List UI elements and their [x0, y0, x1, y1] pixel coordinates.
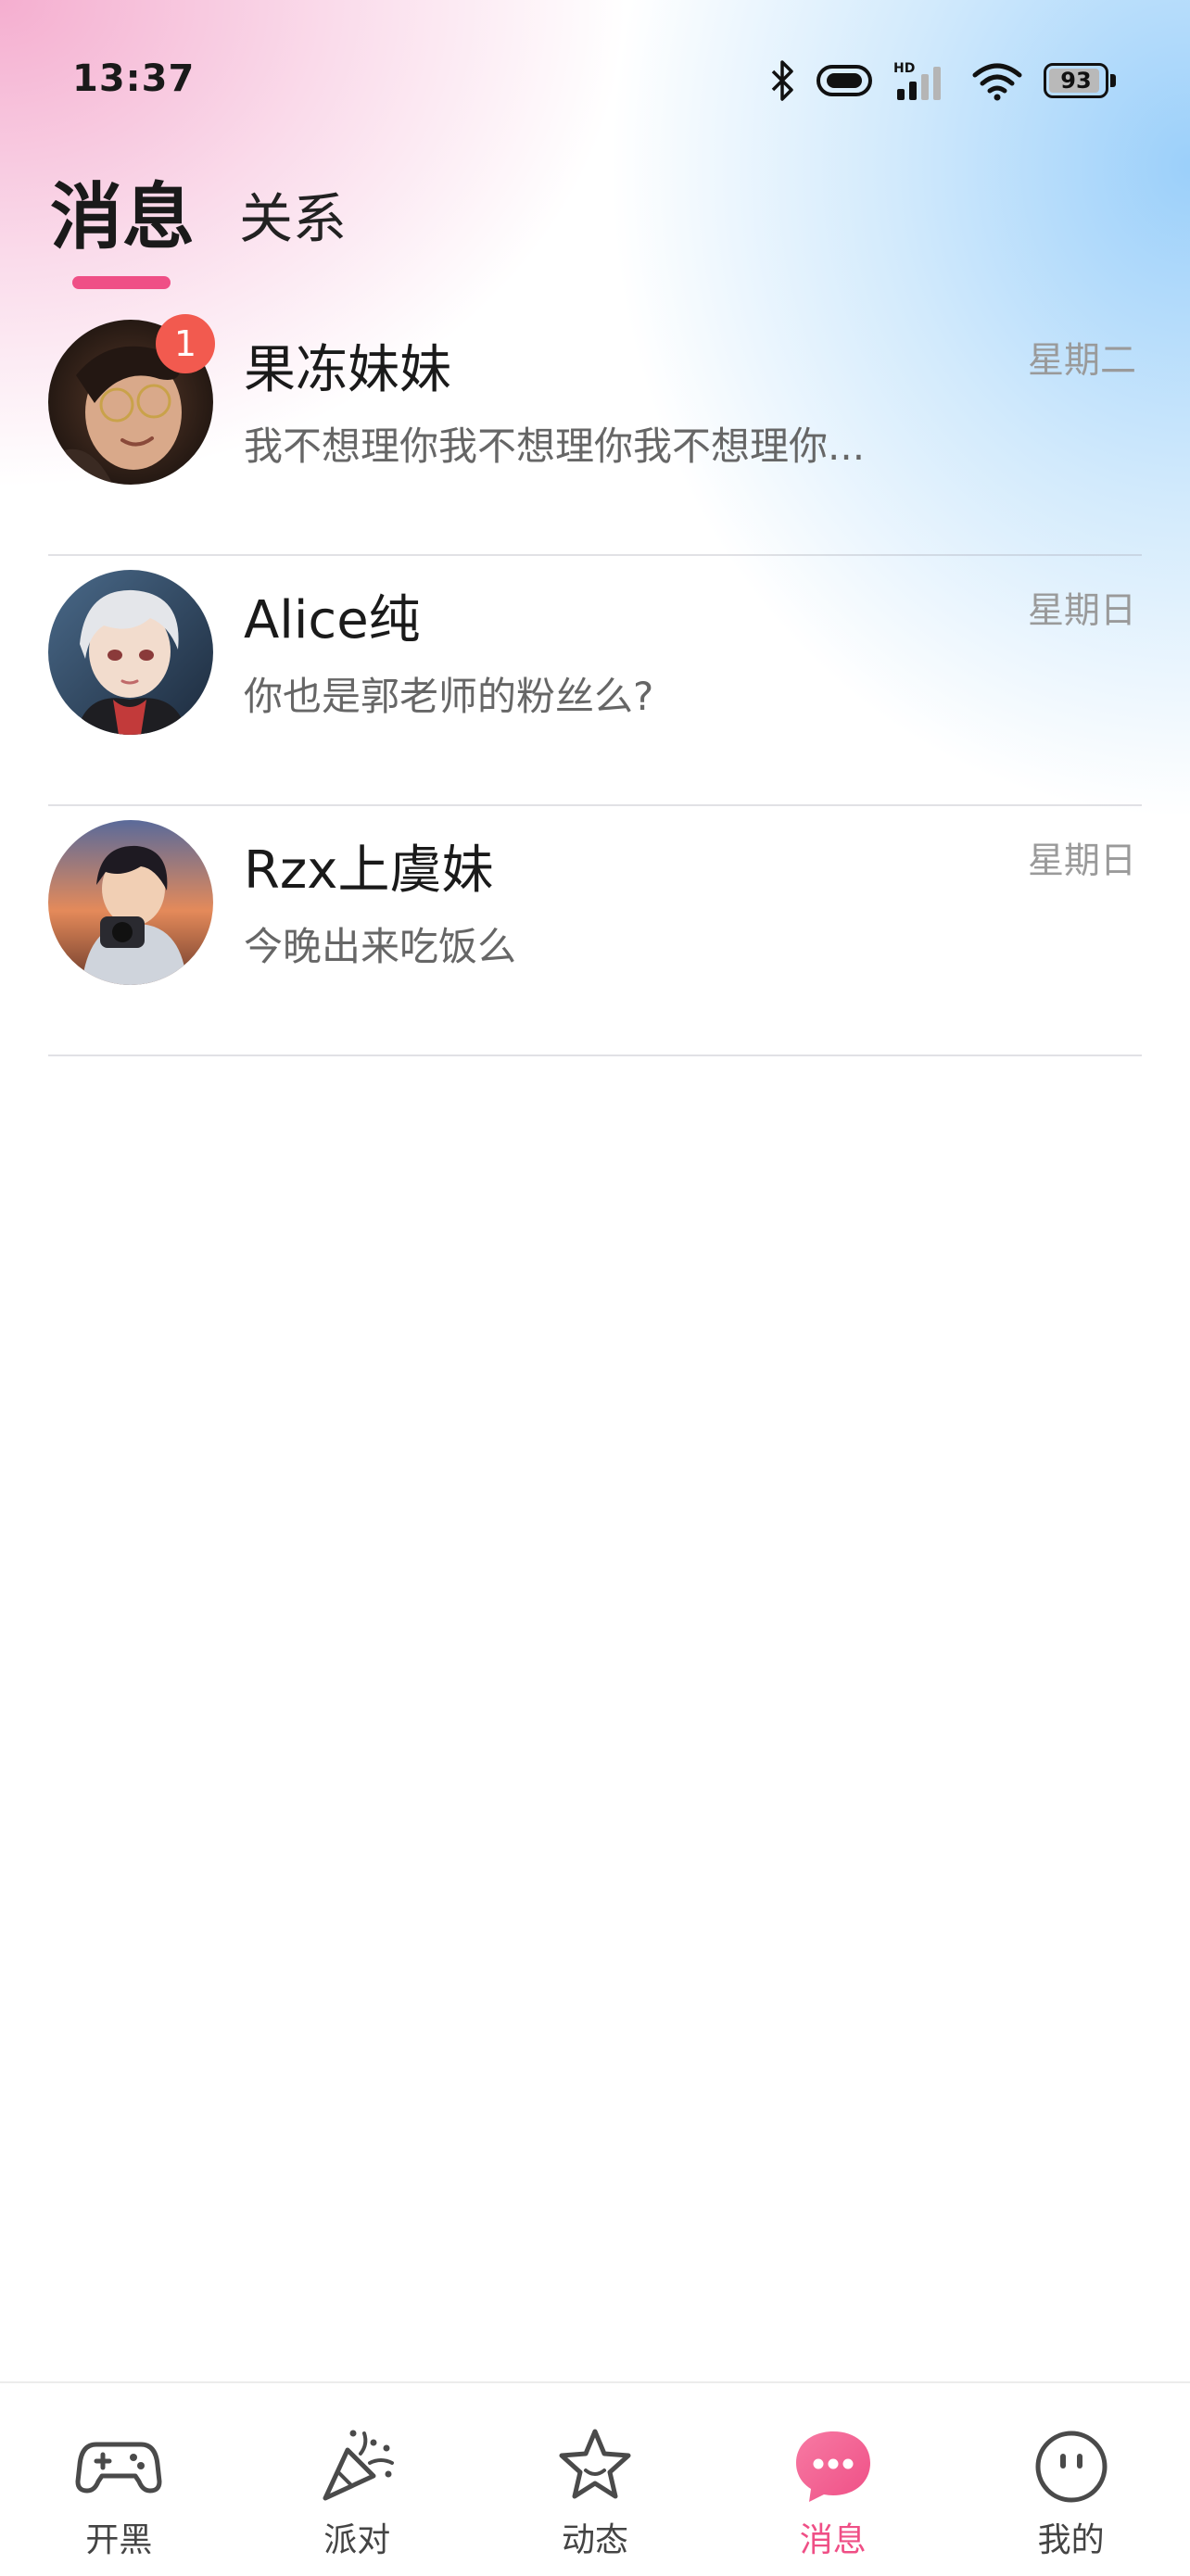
party-popper-icon: [323, 2430, 395, 2501]
tab-messages-label: 消息: [50, 176, 196, 259]
tab-active-indicator: [72, 276, 171, 289]
nav-item-feed[interactable]: 动态: [476, 2383, 715, 2576]
unread-badge: 1: [156, 314, 215, 373]
status-bar: 13:37 HD 93: [0, 0, 1190, 158]
bottom-navigation: 开黑 派对 动态 消息 我的: [0, 2381, 1190, 2576]
nav-label: 派对: [323, 2521, 391, 2559]
tab-relations[interactable]: 关系: [239, 172, 347, 269]
contact-name: Rzx上虞妹: [244, 840, 494, 901]
status-time: 13:37: [72, 57, 196, 100]
nav-item-party[interactable]: 派对: [238, 2383, 476, 2576]
status-icons: HD 93: [769, 59, 1116, 102]
cellular-signal-icon: HD: [893, 59, 951, 102]
wifi-icon: [971, 60, 1023, 101]
conversation-row[interactable]: 1 果冻妹妹 我不想理你我不想理你我不想理你... 星期二: [0, 306, 1190, 556]
nav-label: 消息: [799, 2521, 867, 2559]
divider: [48, 1054, 1142, 1056]
star-icon: [559, 2429, 631, 2499]
conversation-row[interactable]: Rzx上虞妹 今晚出来吃饭么 星期日: [0, 806, 1190, 1056]
vibrate-icon: [816, 62, 873, 99]
nav-item-messages[interactable]: 消息: [714, 2383, 952, 2576]
chat-bubble-icon: [795, 2431, 870, 2502]
message-preview: 你也是郭老师的粉丝么?: [244, 674, 654, 719]
avatar[interactable]: [48, 820, 213, 985]
nav-label: 我的: [1037, 2521, 1105, 2559]
battery-icon: 93: [1044, 63, 1116, 98]
conversation-row[interactable]: Alice纯 你也是郭老师的粉丝么? 星期日: [0, 556, 1190, 806]
message-preview: 今晚出来吃饭么: [244, 924, 517, 969]
gamepad-icon: [75, 2442, 162, 2494]
nav-item-kaihei[interactable]: 开黑: [0, 2383, 238, 2576]
bluetooth-icon: [769, 60, 795, 101]
message-time: 星期日: [1027, 590, 1136, 632]
nav-label: 动态: [561, 2521, 628, 2559]
contact-name: Alice纯: [244, 590, 421, 650]
header-tabs: 消息 关系: [50, 139, 347, 289]
smiley-face-icon: [1035, 2431, 1108, 2503]
message-preview: 我不想理你我不想理你我不想理你...: [244, 423, 866, 469]
contact-name: 果冻妹妹: [244, 340, 451, 400]
message-time: 星期二: [1027, 340, 1136, 382]
tab-messages[interactable]: 消息: [50, 167, 196, 289]
battery-percent: 93: [1060, 68, 1092, 94]
network-label: HD: [893, 61, 915, 76]
nav-label: 开黑: [85, 2521, 153, 2559]
avatar[interactable]: [48, 570, 213, 735]
nav-item-profile[interactable]: 我的: [952, 2383, 1190, 2576]
message-time: 星期日: [1027, 840, 1136, 882]
